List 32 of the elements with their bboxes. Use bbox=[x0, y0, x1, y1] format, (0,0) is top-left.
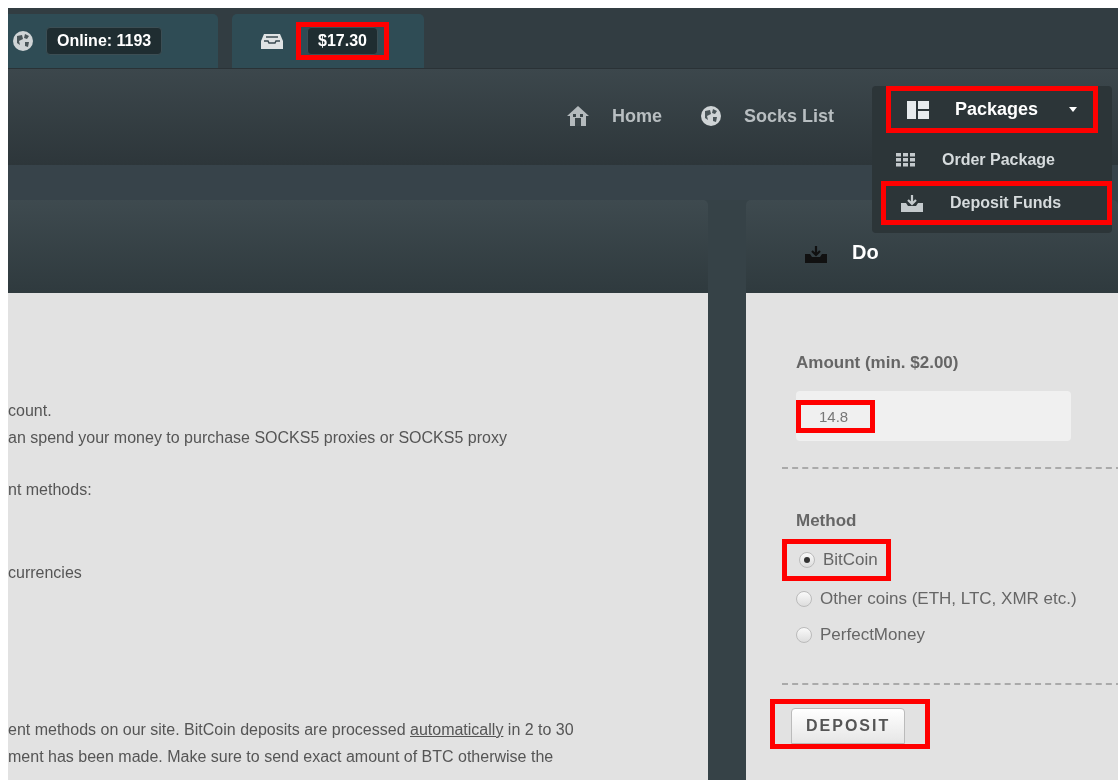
layout-icon bbox=[907, 100, 929, 119]
globe-icon bbox=[12, 30, 34, 52]
info-text: an spend your money to purchase SOCKS5 proxies or SOCKS5 proxy bbox=[8, 428, 508, 448]
method-label: Method bbox=[796, 511, 858, 531]
nav-link[interactable]: Socks List bbox=[699, 105, 834, 127]
info-text: ment has been made. Make sure to send exact amount of BTC otherwise the bbox=[8, 747, 555, 767]
method-radio[interactable]: BitCoin bbox=[787, 544, 878, 576]
info-link[interactable]: automatically bbox=[410, 721, 504, 738]
method-radio[interactable]: PerfectMoney bbox=[784, 617, 1118, 653]
info-text: currencies bbox=[8, 563, 83, 583]
deposit-icon bbox=[900, 194, 924, 212]
grid-icon bbox=[896, 153, 916, 167]
info-text: ent methods on our site. BitCoin deposits are processed automatically in 2 to 30 bbox=[8, 720, 575, 740]
info-text: count. bbox=[8, 401, 53, 421]
info-text: nt methods: bbox=[8, 480, 93, 500]
globe-icon bbox=[699, 105, 722, 127]
deposit-icon bbox=[804, 244, 828, 263]
deposit-button[interactable]: DEPOSIT bbox=[791, 708, 906, 744]
amount-label: Amount (min. $2.00) bbox=[796, 353, 960, 373]
nav-link[interactable]: Home bbox=[565, 105, 662, 127]
house-icon bbox=[565, 105, 590, 127]
caret-icon bbox=[1069, 107, 1077, 112]
menu-item[interactable]: Order Package bbox=[886, 143, 1112, 177]
menu-item[interactable]: Deposit Funds bbox=[890, 186, 1072, 220]
method-radio[interactable]: Other coins (ETH, LTC, XMR etc.) bbox=[784, 581, 1118, 617]
amount-field[interactable]: 14.8 bbox=[796, 391, 1071, 441]
packages-menu[interactable]: Packages bbox=[897, 91, 1087, 128]
panel-title: Do bbox=[852, 241, 879, 264]
amount-value: 14.8 bbox=[819, 407, 849, 425]
balance-badge: $17.30 bbox=[307, 27, 378, 55]
inbox-tray-icon bbox=[260, 32, 284, 50]
online-count-badge: Online: 1193 bbox=[46, 27, 163, 55]
